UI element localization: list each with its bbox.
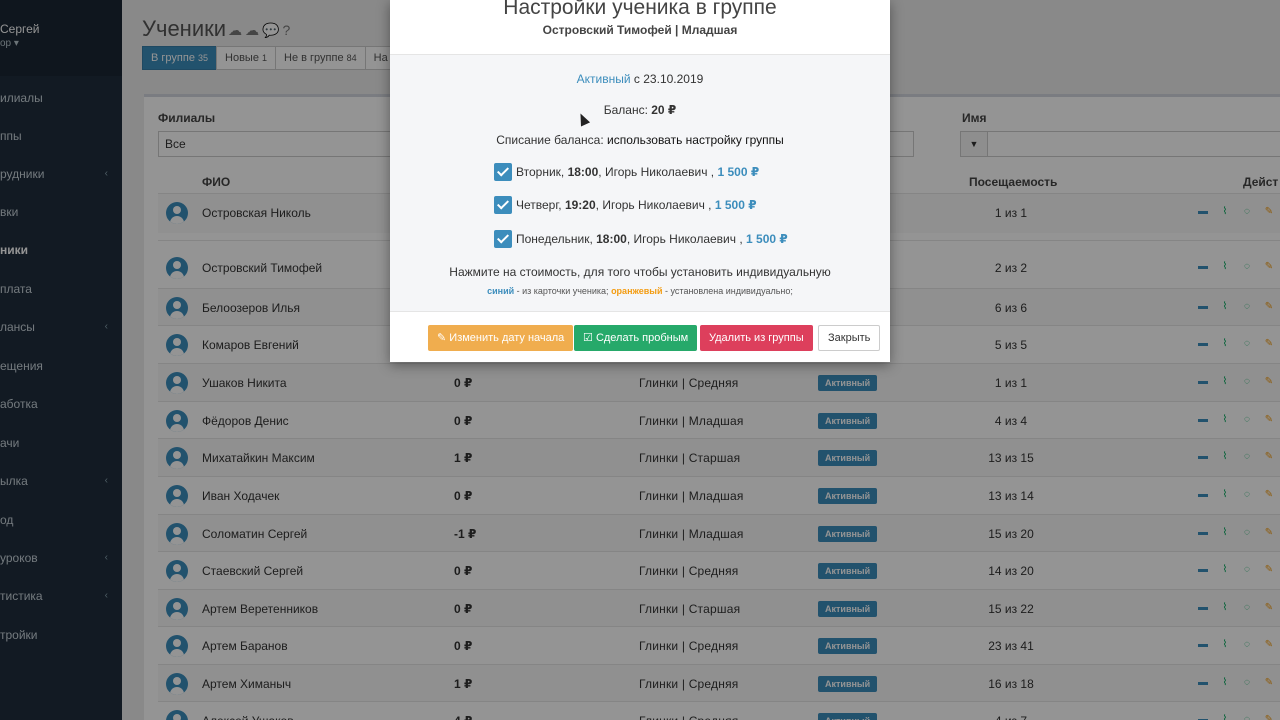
schedule-day: Вторник, [516, 165, 565, 179]
remove-from-group-button[interactable]: Удалить из группы [700, 325, 813, 351]
schedule-time: 19:20 [564, 198, 596, 212]
schedule-item: Четверг, 19:20, Игорь Николаевич , 1 500… [494, 195, 757, 215]
price-hint: Нажмите на стоимость, для того чтобы уст… [449, 265, 831, 279]
legend-orange: оранжевый [611, 286, 663, 296]
student-group-settings-modal: Настройки ученика в группе Островский Ти… [390, 0, 890, 362]
status-since: с 23.10.2019 [633, 72, 704, 86]
legend-orange-text: - установлена индивидуально; [662, 286, 793, 296]
edit-square-icon: ☑ [583, 332, 593, 344]
schedule-teacher: , Игорь Николаевич , [595, 198, 712, 212]
schedule-day: Четверг, [516, 198, 562, 212]
price-legend: синий - из карточки ученика; оранжевый -… [390, 286, 890, 296]
close-button[interactable]: Закрыть [818, 325, 881, 351]
writeoff-value[interactable]: использовать настройку группы [607, 133, 784, 147]
schedule-time: 18:00 [567, 165, 599, 179]
make-trial-button[interactable]: ☑ Сделать пробным [574, 325, 698, 351]
schedule-checkbox[interactable] [494, 195, 512, 214]
modal-body: Активный с 23.10.2019 Баланс: 20 ₽ Списа… [390, 55, 890, 311]
schedule-teacher: , Игорь Николаевич , [598, 165, 715, 179]
balance-label: Баланс: [603, 103, 648, 117]
change-start-date-button[interactable]: ✎ Изменить дату начала [428, 325, 574, 351]
schedule-item: Вторник, 18:00, Игорь Николаевич , 1 500… [494, 162, 759, 182]
balance-value: 20 ₽ [651, 103, 677, 117]
writeoff-line: Списание баланса: использовать настройку… [390, 133, 890, 147]
modal-header: Настройки ученика в группе Островский Ти… [390, 0, 890, 55]
status-link[interactable]: Активный [577, 72, 631, 86]
legend-blue: синий [487, 286, 515, 296]
schedule-teacher: , Игорь Николаевич , [626, 232, 743, 246]
modal-title: Настройки ученика в группе [503, 0, 777, 19]
schedule-checkbox[interactable] [494, 162, 512, 181]
schedule-time: 18:00 [596, 232, 627, 246]
schedule-price[interactable]: 1 500 ₽ [717, 165, 759, 179]
pencil-icon: ✎ [437, 332, 447, 344]
schedule-item: Понедельник, 18:00, Игорь Николаевич , 1… [494, 229, 788, 249]
writeoff-label: Списание баланса: [496, 133, 604, 147]
schedule-checkbox[interactable] [494, 229, 512, 248]
status-line: Активный с 23.10.2019 [390, 72, 890, 86]
modal-footer: ✎ Изменить дату начала ☑ Сделать пробным… [390, 311, 890, 362]
schedule-day: Понедельник, [516, 232, 593, 246]
schedule-price[interactable]: 1 500 ₽ [715, 198, 757, 212]
balance-line: Баланс: 20 ₽ [390, 103, 890, 117]
legend-blue-text: - из карточки ученика; [514, 286, 612, 296]
schedule-price[interactable]: 1 500 ₽ [746, 232, 788, 246]
modal-subtitle: Островский Тимофей | Младшая [542, 23, 738, 37]
